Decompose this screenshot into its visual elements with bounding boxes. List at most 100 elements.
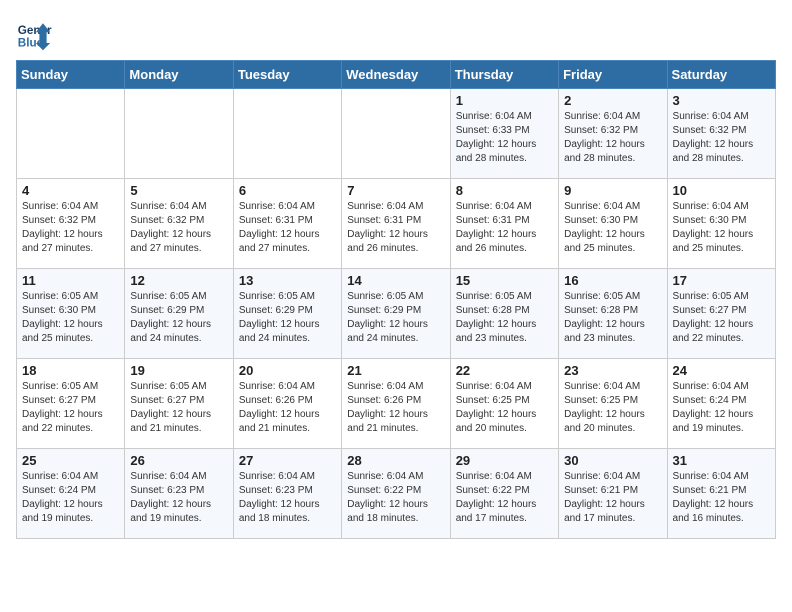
week-row-5: 25 Sunrise: 6:04 AM Sunset: 6:24 PM Dayli…: [17, 449, 776, 539]
day-number: 25: [22, 453, 119, 468]
weekday-header-sunday: Sunday: [17, 61, 125, 89]
day-cell: 28 Sunrise: 6:04 AM Sunset: 6:22 PM Dayli…: [342, 449, 450, 539]
day-info: Sunrise: 6:04 AM Sunset: 6:21 PM Dayligh…: [673, 470, 770, 526]
day-cell: 6Sunrise: 6:04 AM Sunset: 6:31 PM Daylig…: [233, 179, 341, 269]
day-cell: [342, 89, 450, 179]
day-number: 10: [673, 183, 770, 198]
day-info: Sunrise: 6:04 AM Sunset: 6:32 PM Dayligh…: [130, 200, 227, 256]
week-row-3: 11 Sunrise: 6:05 AM Sunset: 6:30 PM Dayli…: [17, 269, 776, 359]
day-number: 24: [673, 363, 770, 378]
day-number: 29: [456, 453, 553, 468]
day-number: 31: [673, 453, 770, 468]
day-number: 17: [673, 273, 770, 288]
day-cell: 20Sunrise: 6:04 AM Sunset: 6:26 PM Dayli…: [233, 359, 341, 449]
day-info: Sunrise: 6:04 AM Sunset: 6:22 PM Dayligh…: [347, 470, 444, 526]
day-number: 19: [130, 363, 227, 378]
day-info: Sunrise: 6:04 AM Sunset: 6:32 PM Dayligh…: [22, 200, 119, 256]
day-number: 28: [347, 453, 444, 468]
day-number: 6: [239, 183, 336, 198]
day-number: 11: [22, 273, 119, 288]
day-cell: 16 Sunrise: 6:05 AM Sunset: 6:28 PM Dayli…: [559, 269, 667, 359]
day-cell: 23 Sunrise: 6:04 AM Sunset: 6:25 PM Dayli…: [559, 359, 667, 449]
day-cell: 22 Sunrise: 6:04 AM Sunset: 6:25 PM Dayli…: [450, 359, 558, 449]
weekday-header-wednesday: Wednesday: [342, 61, 450, 89]
day-cell: [125, 89, 233, 179]
weekday-header-thursday: Thursday: [450, 61, 558, 89]
day-cell: 11 Sunrise: 6:05 AM Sunset: 6:30 PM Dayli…: [17, 269, 125, 359]
weekday-header-tuesday: Tuesday: [233, 61, 341, 89]
weekday-header-saturday: Saturday: [667, 61, 775, 89]
day-number: 7: [347, 183, 444, 198]
day-info: Sunrise: 6:05 AM Sunset: 6:29 PM Dayligh…: [130, 290, 227, 346]
day-info: Sunrise: 6:04 AM Sunset: 6:21 PM Dayligh…: [564, 470, 661, 526]
day-info: Sunrise: 6:04 AM Sunset: 6:23 PM Dayligh…: [239, 470, 336, 526]
day-info: Sunrise: 6:05 AM Sunset: 6:29 PM Dayligh…: [239, 290, 336, 346]
day-info: Sunrise: 6:05 AM Sunset: 6:27 PM Dayligh…: [22, 380, 119, 436]
day-info: Sunrise: 6:05 AM Sunset: 6:30 PM Dayligh…: [22, 290, 119, 346]
day-cell: 9 Sunrise: 6:04 AM Sunset: 6:30 PM Daylig…: [559, 179, 667, 269]
week-row-2: 4 Sunrise: 6:04 AM Sunset: 6:32 PM Daylig…: [17, 179, 776, 269]
day-number: 20: [239, 363, 336, 378]
day-cell: 26 Sunrise: 6:04 AM Sunset: 6:23 PM Dayli…: [125, 449, 233, 539]
day-number: 3: [673, 93, 770, 108]
day-number: 1: [456, 93, 553, 108]
day-cell: 14 Sunrise: 6:05 AM Sunset: 6:29 PM Dayli…: [342, 269, 450, 359]
logo: General Blue: [16, 16, 52, 52]
day-number: 23: [564, 363, 661, 378]
day-cell: [233, 89, 341, 179]
day-number: 15: [456, 273, 553, 288]
day-info: Sunrise: 6:04 AM Sunset: 6:33 PM Dayligh…: [456, 110, 553, 166]
day-cell: 10 Sunrise: 6:04 AM Sunset: 6:30 PM Dayli…: [667, 179, 775, 269]
day-info: Sunrise: 6:04 AM Sunset: 6:24 PM Dayligh…: [673, 380, 770, 436]
day-number: 26: [130, 453, 227, 468]
day-cell: 30 Sunrise: 6:04 AM Sunset: 6:21 PM Dayli…: [559, 449, 667, 539]
page-header: General Blue: [16, 16, 776, 52]
day-number: 8: [456, 183, 553, 198]
day-info: Sunrise: 6:05 AM Sunset: 6:28 PM Dayligh…: [456, 290, 553, 346]
day-number: 22: [456, 363, 553, 378]
day-cell: [17, 89, 125, 179]
day-number: 21: [347, 363, 444, 378]
day-info: Sunrise: 6:04 AM Sunset: 6:30 PM Dayligh…: [673, 200, 770, 256]
day-number: 9: [564, 183, 661, 198]
day-cell: 25 Sunrise: 6:04 AM Sunset: 6:24 PM Dayli…: [17, 449, 125, 539]
day-number: 30: [564, 453, 661, 468]
week-row-4: 18 Sunrise: 6:05 AM Sunset: 6:27 PM Dayli…: [17, 359, 776, 449]
day-cell: 31 Sunrise: 6:04 AM Sunset: 6:21 PM Dayli…: [667, 449, 775, 539]
day-cell: 12 Sunrise: 6:05 AM Sunset: 6:29 PM Dayli…: [125, 269, 233, 359]
week-row-1: 1 Sunrise: 6:04 AM Sunset: 6:33 PM Daylig…: [17, 89, 776, 179]
day-cell: 24 Sunrise: 6:04 AM Sunset: 6:24 PM Dayli…: [667, 359, 775, 449]
day-cell: 27Sunrise: 6:04 AM Sunset: 6:23 PM Dayli…: [233, 449, 341, 539]
day-number: 5: [130, 183, 227, 198]
day-info: Sunrise: 6:04 AM Sunset: 6:23 PM Dayligh…: [130, 470, 227, 526]
day-info: Sunrise: 6:04 AM Sunset: 6:31 PM Dayligh…: [347, 200, 444, 256]
logo-icon: General Blue: [16, 16, 52, 52]
day-info: Sunrise: 6:05 AM Sunset: 6:29 PM Dayligh…: [347, 290, 444, 346]
day-number: 16: [564, 273, 661, 288]
day-cell: 18 Sunrise: 6:05 AM Sunset: 6:27 PM Dayli…: [17, 359, 125, 449]
day-cell: 29Sunrise: 6:04 AM Sunset: 6:22 PM Dayli…: [450, 449, 558, 539]
day-info: Sunrise: 6:04 AM Sunset: 6:25 PM Dayligh…: [564, 380, 661, 436]
day-info: Sunrise: 6:04 AM Sunset: 6:26 PM Dayligh…: [347, 380, 444, 436]
day-info: Sunrise: 6:04 AM Sunset: 6:31 PM Dayligh…: [456, 200, 553, 256]
day-number: 13: [239, 273, 336, 288]
day-number: 4: [22, 183, 119, 198]
day-info: Sunrise: 6:05 AM Sunset: 6:27 PM Dayligh…: [130, 380, 227, 436]
day-info: Sunrise: 6:05 AM Sunset: 6:28 PM Dayligh…: [564, 290, 661, 346]
day-info: Sunrise: 6:05 AM Sunset: 6:27 PM Dayligh…: [673, 290, 770, 346]
weekday-header-monday: Monday: [125, 61, 233, 89]
day-info: Sunrise: 6:04 AM Sunset: 6:30 PM Dayligh…: [564, 200, 661, 256]
day-info: Sunrise: 6:04 AM Sunset: 6:32 PM Dayligh…: [564, 110, 661, 166]
day-cell: 2Sunrise: 6:04 AM Sunset: 6:32 PM Daylig…: [559, 89, 667, 179]
weekday-header-row: SundayMondayTuesdayWednesdayThursdayFrid…: [17, 61, 776, 89]
day-number: 14: [347, 273, 444, 288]
day-cell: 7 Sunrise: 6:04 AM Sunset: 6:31 PM Daylig…: [342, 179, 450, 269]
day-cell: 4 Sunrise: 6:04 AM Sunset: 6:32 PM Daylig…: [17, 179, 125, 269]
day-cell: 13 Sunrise: 6:05 AM Sunset: 6:29 PM Dayli…: [233, 269, 341, 359]
day-number: 18: [22, 363, 119, 378]
day-cell: 8 Sunrise: 6:04 AM Sunset: 6:31 PM Daylig…: [450, 179, 558, 269]
day-number: 12: [130, 273, 227, 288]
day-info: Sunrise: 6:04 AM Sunset: 6:25 PM Dayligh…: [456, 380, 553, 436]
day-info: Sunrise: 6:04 AM Sunset: 6:24 PM Dayligh…: [22, 470, 119, 526]
day-cell: 15 Sunrise: 6:05 AM Sunset: 6:28 PM Dayli…: [450, 269, 558, 359]
